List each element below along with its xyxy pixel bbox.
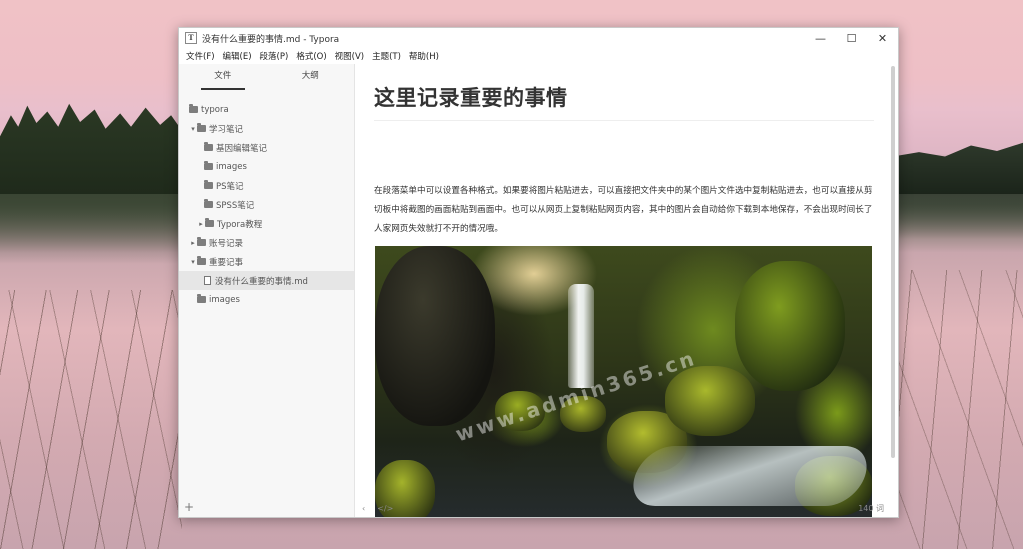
tree-item-label: SPSS笔记 [216, 200, 255, 211]
chevron-right-icon[interactable]: ▸ [189, 239, 197, 247]
folder-icon [197, 237, 206, 246]
toggle-sidebar-button[interactable]: ‹ [362, 504, 365, 513]
menu-theme[interactable]: 主题(T) [368, 50, 405, 62]
typora-window: T 没有什么重要的事情.md - Typora — ☐ ✕ 文件(F) 编辑(E… [178, 27, 899, 518]
tab-files[interactable]: 文件 [179, 64, 267, 90]
word-count[interactable]: 140 词 [858, 503, 884, 514]
tree-item-label: PS笔记 [216, 181, 244, 192]
desktop-lake-reflection-left [0, 194, 182, 264]
desktop-lake-reflection-right [893, 194, 1023, 239]
chevron-right-icon[interactable]: ▸ [197, 220, 205, 228]
window-body: 文件 大纲 typora ▾ 学习笔记 基因编辑笔记 images PS笔记 S… [179, 64, 898, 517]
status-left: ‹ </> [355, 504, 393, 513]
tree-item-images-sub[interactable]: images [179, 157, 354, 176]
menu-edit[interactable]: 编辑(E) [219, 50, 256, 62]
menu-format[interactable]: 格式(O) [292, 50, 330, 62]
tree-item-typora-tutorial[interactable]: ▸ Typora教程 [179, 214, 354, 233]
folder-icon [197, 256, 206, 265]
tree-item-label: 账号记录 [209, 238, 244, 249]
waterfall-stream [568, 284, 594, 388]
close-button[interactable]: ✕ [867, 28, 898, 48]
typora-app-icon: T [185, 32, 197, 44]
folder-icon [197, 123, 206, 132]
tree-item-label: 学习笔记 [209, 124, 244, 135]
file-tree: typora ▾ 学习笔记 基因编辑笔记 images PS笔记 SPSS笔记 … [179, 90, 354, 309]
tree-item-label: typora [201, 104, 229, 115]
desktop-treeline-right [893, 142, 1023, 195]
menu-file[interactable]: 文件(F) [182, 50, 219, 62]
menu-bar: 文件(F) 编辑(E) 段落(P) 格式(O) 视图(V) 主题(T) 帮助(H… [179, 48, 898, 64]
folder-icon [204, 180, 213, 189]
tree-item-label: Typora教程 [217, 219, 263, 230]
editor-scrollbar[interactable] [891, 66, 895, 458]
folder-icon [204, 161, 213, 170]
title-bar[interactable]: T 没有什么重要的事情.md - Typora — ☐ ✕ [179, 28, 898, 48]
chevron-down-icon[interactable]: ▾ [189, 258, 197, 266]
menu-view[interactable]: 视图(V) [331, 50, 368, 62]
tree-item-label: images [216, 161, 247, 172]
sidebar-tabs: 文件 大纲 [179, 64, 354, 90]
window-title: 没有什么重要的事情.md - Typora [202, 34, 340, 45]
river-water [625, 446, 872, 506]
add-file-button[interactable]: + [184, 500, 194, 514]
minimize-button[interactable]: — [805, 28, 836, 48]
tab-outline[interactable]: 大纲 [267, 64, 355, 90]
mossy-rock [665, 366, 755, 436]
status-bar: ‹ </> 140 词 [355, 499, 898, 517]
tree-item-ps-notes[interactable]: PS笔记 [179, 176, 354, 195]
tree-item-label: images [209, 294, 240, 305]
tree-item-typora[interactable]: typora [179, 100, 354, 119]
menu-paragraph[interactable]: 段落(P) [256, 50, 293, 62]
tree-item-images-root[interactable]: images [179, 290, 354, 309]
document-paragraph[interactable]: 在段落菜单中可以设置各种格式。如果要将图片粘贴进去，可以直接把文件夹中的某个图片… [374, 182, 874, 239]
folder-icon [205, 218, 214, 227]
desktop-reeds-right [893, 270, 1023, 549]
folder-icon [204, 142, 213, 151]
mossy-cliff-right [735, 261, 845, 391]
file-icon [204, 276, 211, 285]
desktop-reeds-left [0, 290, 182, 549]
tree-item-study-notes[interactable]: ▾ 学习笔记 [179, 119, 354, 138]
document-heading[interactable]: 这里记录重要的事情 [374, 82, 874, 121]
editor-pane[interactable]: 这里记录重要的事情 在段落菜单中可以设置各种格式。如果要将图片粘贴进去，可以直接… [355, 64, 898, 517]
chevron-down-icon[interactable]: ▾ [189, 125, 197, 133]
tree-item-label: 基因编辑笔记 [216, 143, 268, 154]
folder-icon [189, 104, 198, 113]
folder-icon [197, 294, 206, 303]
source-code-mode-button[interactable]: </> [377, 504, 393, 513]
rock-left-cliff [375, 246, 495, 426]
window-controls: — ☐ ✕ [805, 28, 898, 48]
folder-icon [204, 199, 213, 208]
tree-item-label: 重要记事 [209, 257, 244, 268]
menu-help[interactable]: 帮助(H) [405, 50, 443, 62]
maximize-button[interactable]: ☐ [836, 28, 867, 48]
sidebar: 文件 大纲 typora ▾ 学习笔记 基因编辑笔记 images PS笔记 S… [179, 64, 355, 517]
tree-item-spss-notes[interactable]: SPSS笔记 [179, 195, 354, 214]
desktop-treeline-left [0, 103, 182, 194]
tree-item-gene-editing-notes[interactable]: 基因编辑笔记 [179, 138, 354, 157]
tree-item-important-notes[interactable]: ▾ 重要记事 [179, 252, 354, 271]
waterfall-image[interactable]: www.admin365.cn [375, 246, 872, 517]
sidebar-footer: + [179, 499, 354, 517]
tree-item-account-records[interactable]: ▸ 账号记录 [179, 233, 354, 252]
tree-item-current-file[interactable]: 没有什么重要的事情.md [179, 271, 354, 290]
tree-item-label: 没有什么重要的事情.md [215, 276, 308, 287]
